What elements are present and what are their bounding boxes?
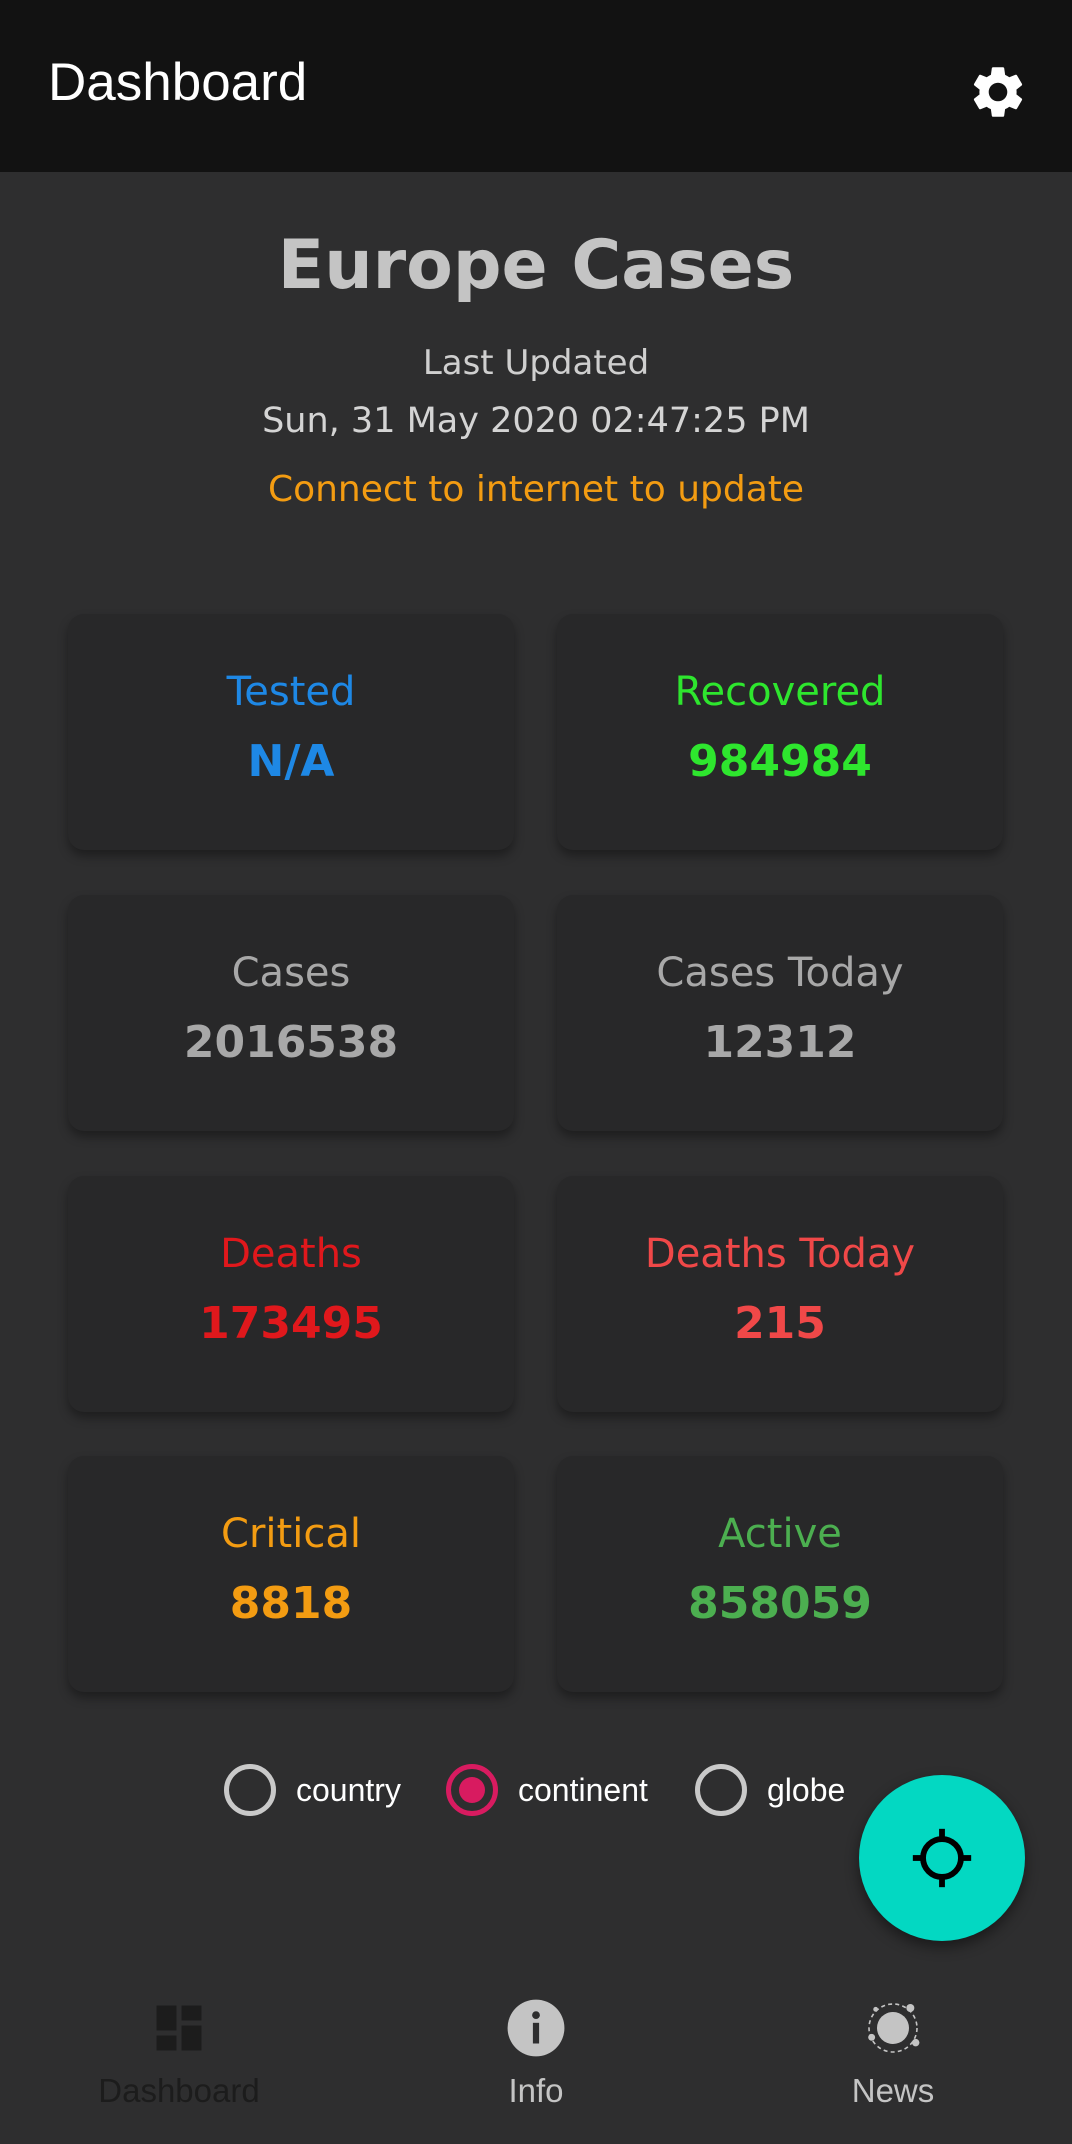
critical-card: Critical 8818 bbox=[68, 1456, 514, 1692]
gear-icon bbox=[973, 67, 1023, 117]
offline-message: Connect to internet to update bbox=[267, 469, 805, 510]
active-card: Active 858059 bbox=[557, 1456, 1003, 1692]
locate-fab[interactable] bbox=[859, 1775, 1025, 1941]
radio-globe[interactable]: globe bbox=[695, 1758, 845, 1822]
cases-label: Cases bbox=[231, 950, 351, 996]
radio-country-label: country bbox=[296, 1771, 401, 1808]
deaths-today-card: Deaths Today 215 bbox=[557, 1176, 1003, 1412]
active-value: 858059 bbox=[688, 1578, 872, 1629]
radio-continent-circle[interactable] bbox=[446, 1764, 498, 1816]
recovered-card: Recovered 984984 bbox=[557, 614, 1003, 850]
deaths-today-label: Deaths Today bbox=[644, 1231, 916, 1277]
deaths-label: Deaths bbox=[220, 1231, 362, 1277]
radio-continent-label: continent bbox=[518, 1771, 648, 1808]
deaths-today-value: 215 bbox=[734, 1298, 826, 1349]
page-title: Europe Cases bbox=[277, 226, 795, 305]
virus-icon bbox=[861, 1996, 925, 2060]
nav-item-news[interactable]: News bbox=[714, 1976, 1072, 2144]
cases-today-card: Cases Today 12312 bbox=[557, 895, 1003, 1131]
info-icon bbox=[504, 1996, 568, 2060]
tested-card: Tested N/A bbox=[68, 614, 514, 850]
active-label: Active bbox=[718, 1511, 842, 1557]
nav-label-dashboard: Dashboard bbox=[98, 2072, 260, 2109]
nav-label-info: Info bbox=[508, 2072, 564, 2109]
radio-country-circle[interactable] bbox=[224, 1764, 276, 1816]
radio-country[interactable]: country bbox=[224, 1758, 401, 1822]
radio-globe-label: globe bbox=[767, 1771, 846, 1808]
last-updated-label: Last Updated bbox=[422, 343, 650, 383]
critical-value: 8818 bbox=[229, 1578, 353, 1629]
cases-value: 2016538 bbox=[183, 1017, 399, 1068]
nav-label-news: News bbox=[851, 2072, 935, 2109]
bottom-nav: Dashboard Info News bbox=[0, 1976, 1072, 2144]
cases-card: Cases 2016538 bbox=[68, 895, 514, 1131]
cases-today-value: 12312 bbox=[703, 1017, 857, 1068]
app-bar-title: Dashboard bbox=[48, 53, 308, 112]
settings-button[interactable] bbox=[960, 54, 1036, 130]
deaths-value: 173495 bbox=[199, 1298, 383, 1349]
last-updated-time: Sun, 31 May 2020 02:47:25 PM bbox=[262, 401, 810, 441]
tested-value: N/A bbox=[247, 736, 335, 787]
deaths-card: Deaths 173495 bbox=[68, 1176, 514, 1412]
app-bar: Dashboard bbox=[0, 0, 1072, 172]
crosshair-icon bbox=[912, 1828, 972, 1888]
radio-globe-circle[interactable] bbox=[695, 1764, 747, 1816]
nav-item-dashboard[interactable]: Dashboard bbox=[0, 1976, 358, 2144]
radio-continent[interactable]: continent bbox=[446, 1758, 648, 1822]
nav-item-info[interactable]: Info bbox=[357, 1976, 715, 2144]
recovered-value: 984984 bbox=[688, 736, 872, 787]
cases-today-label: Cases Today bbox=[656, 950, 904, 996]
tested-label: Tested bbox=[226, 669, 356, 715]
dashboard-icon bbox=[147, 1996, 211, 2060]
recovered-label: Recovered bbox=[674, 669, 886, 715]
critical-label: Critical bbox=[221, 1511, 361, 1557]
